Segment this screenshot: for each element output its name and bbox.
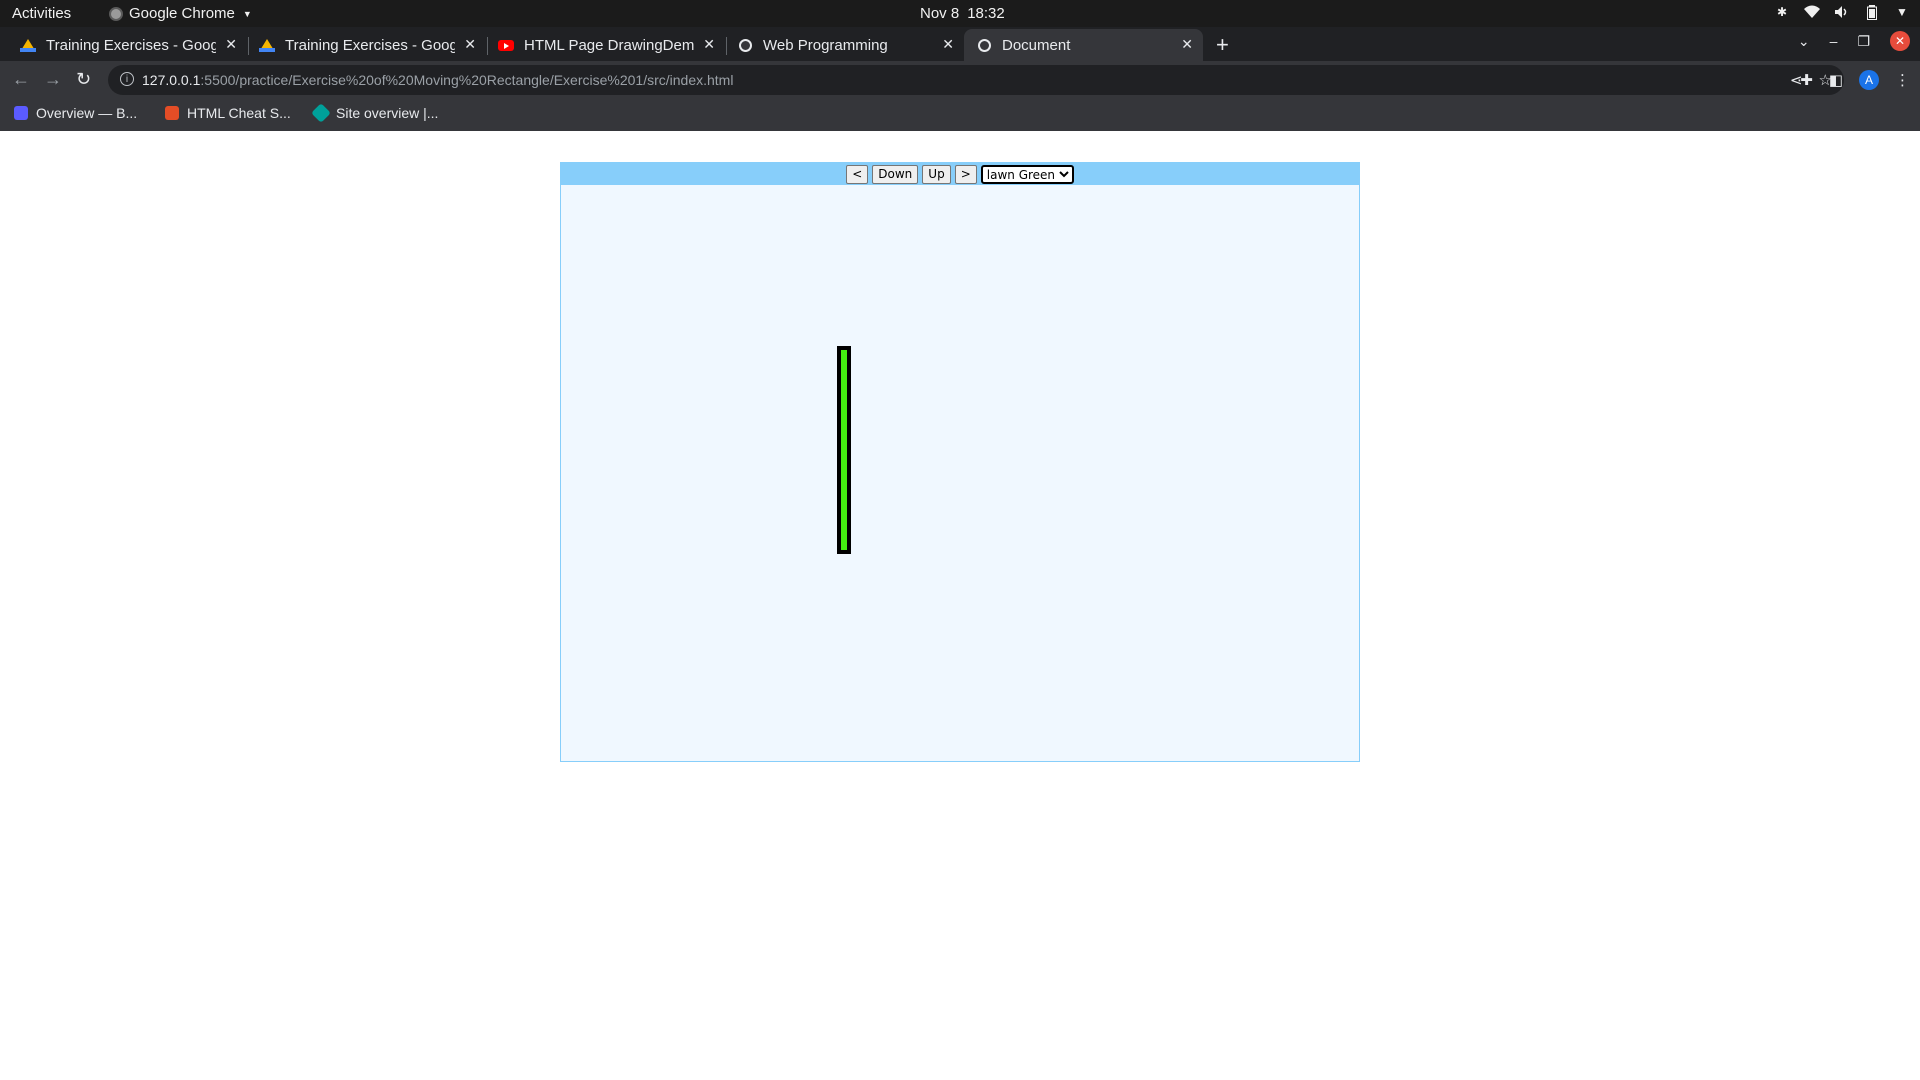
bookmark-favicon-icon <box>165 106 179 120</box>
tab-html-page-drawing[interactable]: HTML Page DrawingDemo ✕ <box>486 29 725 61</box>
tab-title: HTML Page DrawingDemo <box>524 36 694 54</box>
bookmark-label: Overview — B... <box>36 105 138 121</box>
app-menu-label: Google Chrome <box>129 5 235 22</box>
close-icon[interactable]: ✕ <box>942 36 954 53</box>
controls-bar: < Down Up > lawn Green <box>561 163 1359 185</box>
forward-button[interactable]: → <box>44 69 62 90</box>
globe-icon <box>976 37 992 53</box>
chevron-down-icon[interactable]: ▼ <box>1894 4 1910 20</box>
battery-icon[interactable] <box>1864 4 1880 20</box>
chrome-app-icon <box>109 6 123 21</box>
side-panel-icon[interactable]: ◧ <box>1829 71 1843 89</box>
app-menu[interactable]: Google Chrome ▼ <box>109 5 252 22</box>
minimize-icon[interactable]: – <box>1830 33 1838 49</box>
tab-training-exercises-2[interactable]: Training Exercises - Google Drive ✕ <box>247 29 486 61</box>
google-drive-icon <box>20 37 36 53</box>
system-tray[interactable]: ✱ ▼ <box>1774 4 1910 20</box>
more-menu-icon[interactable]: ⋮ <box>1895 71 1910 89</box>
tab-search-icon[interactable]: ⌄ <box>1798 33 1810 50</box>
window-close-button[interactable]: ✕ <box>1890 31 1910 51</box>
move-up-button[interactable]: Up <box>922 164 951 184</box>
google-drive-icon <box>259 37 275 53</box>
clock[interactable]: Nov 8 18:32 <box>920 5 1005 22</box>
tab-document[interactable]: Document ✕ <box>964 29 1203 61</box>
volume-icon[interactable] <box>1834 4 1850 20</box>
page-viewport: < Down Up > lawn Green <box>0 131 1920 1080</box>
globe-icon <box>737 37 753 53</box>
moving-rectangle <box>837 346 851 554</box>
drawing-stage: < Down Up > lawn Green <box>560 162 1360 762</box>
restore-icon[interactable]: ❐ <box>1857 33 1870 50</box>
url-host: 127.0.0.1 <box>142 72 201 88</box>
new-tab-button[interactable]: + <box>1216 32 1229 58</box>
toolbar-actions: ✚ ◧ A ⋮ <box>1800 70 1910 90</box>
bookmark-label: HTML Cheat S... <box>187 105 291 121</box>
close-icon[interactable]: ✕ <box>464 36 476 53</box>
window-controls: ⌄ – ❐ ✕ <box>1798 31 1910 51</box>
move-down-button[interactable]: Down <box>872 164 919 184</box>
bookmarks-bar: Overview — B... HTML Cheat S... Site ove… <box>0 99 1920 131</box>
tab-title: Web Programming <box>763 36 888 54</box>
caret-down-icon: ▼ <box>242 8 252 19</box>
bookmark-item[interactable]: HTML Cheat S... <box>165 105 291 121</box>
tab-title: Training Exercises - Google Drive <box>46 36 216 54</box>
close-icon[interactable]: ✕ <box>225 36 237 53</box>
slack-icon[interactable]: ✱ <box>1774 4 1790 20</box>
bookmark-item[interactable]: Overview — B... <box>14 105 137 121</box>
site-info-icon[interactable]: i <box>120 72 134 86</box>
profile-avatar[interactable]: A <box>1859 70 1879 90</box>
wifi-icon[interactable] <box>1804 4 1820 20</box>
extensions-icon[interactable]: ✚ <box>1800 71 1813 89</box>
activities-button[interactable]: Activities <box>12 5 71 22</box>
bookmark-label: Site overview |... <box>336 105 439 121</box>
color-select[interactable]: lawn Green <box>980 164 1074 184</box>
url-path: :5500/practice/Exercise%20of%20Moving%20… <box>200 72 734 88</box>
tab-title: Training Exercises - Google Drive <box>285 36 455 54</box>
clock-date: Nov 8 <box>920 5 960 22</box>
move-left-button[interactable]: < <box>846 164 869 184</box>
bookmark-item[interactable]: Site overview |... <box>311 103 439 123</box>
bookmark-favicon-icon <box>14 106 28 120</box>
tab-title: Document <box>1002 36 1071 54</box>
address-bar[interactable]: i 127.0.0.1:5500/practice/Exercise%20of%… <box>108 65 1844 95</box>
bookmark-favicon-icon <box>311 103 331 123</box>
close-icon[interactable]: ✕ <box>1181 36 1193 53</box>
tab-training-exercises-1[interactable]: Training Exercises - Google Drive ✕ <box>8 29 247 61</box>
tab-strip: Training Exercises - Google Drive ✕ Trai… <box>0 27 1920 61</box>
url-text[interactable]: 127.0.0.1:5500/practice/Exercise%20of%20… <box>142 72 733 88</box>
browser-toolbar: ← → ↻ i 127.0.0.1:5500/practice/Exercise… <box>0 61 1920 99</box>
reload-button[interactable]: ↻ <box>76 69 91 90</box>
back-button[interactable]: ← <box>12 69 30 90</box>
system-top-bar: Activities Google Chrome ▼ Nov 8 18:32 ✱… <box>0 0 1920 27</box>
clock-time: 18:32 <box>967 5 1005 22</box>
move-right-button[interactable]: > <box>954 164 977 184</box>
tab-web-programming[interactable]: Web Programming ✕ <box>725 29 964 61</box>
youtube-icon <box>498 37 514 53</box>
close-icon[interactable]: ✕ <box>703 36 715 53</box>
